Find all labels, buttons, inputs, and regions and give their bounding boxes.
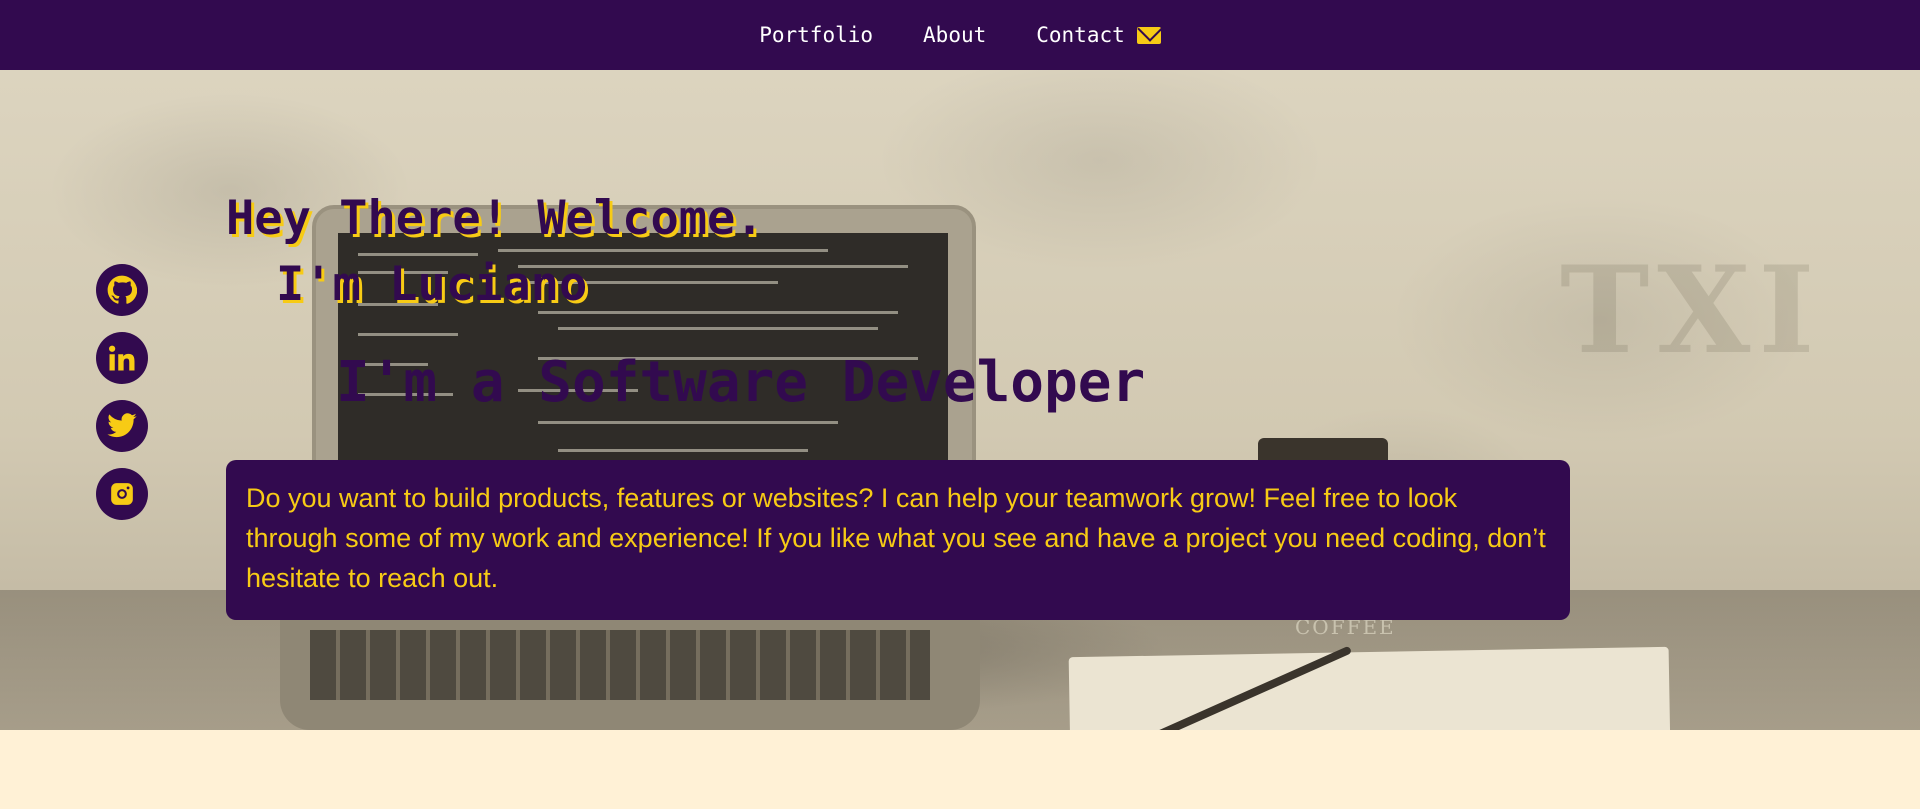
laptop-keyboard [310,630,930,700]
hero-banner: TXI COFFEE [0,70,1920,730]
instagram-link[interactable] [96,468,148,520]
nav-link-contact[interactable]: Contact [1036,23,1161,47]
coffee-cup-label: COFFEE [1295,615,1396,639]
wall-engraving: TXI [1560,240,1823,381]
nav-link-portfolio-label: Portfolio [759,23,874,47]
top-navbar: Portfolio About Contact [0,0,1920,70]
social-links [96,264,148,520]
coffee-cup [1258,438,1388,613]
nav-link-contact-label: Contact [1036,23,1125,47]
nav-link-about[interactable]: About [923,23,986,47]
twitter-icon [107,413,137,438]
linkedin-link[interactable] [96,332,148,384]
twitter-link[interactable] [96,400,148,452]
linkedin-icon [109,345,135,371]
instagram-icon [111,483,133,505]
github-icon [107,275,137,304]
laptop-code-display [338,233,948,533]
nav-link-portfolio[interactable]: Portfolio [759,23,873,47]
github-link[interactable] [96,264,148,316]
nav-link-about-label: About [923,23,987,47]
envelope-icon [1136,26,1161,44]
notebook [1068,646,1672,730]
